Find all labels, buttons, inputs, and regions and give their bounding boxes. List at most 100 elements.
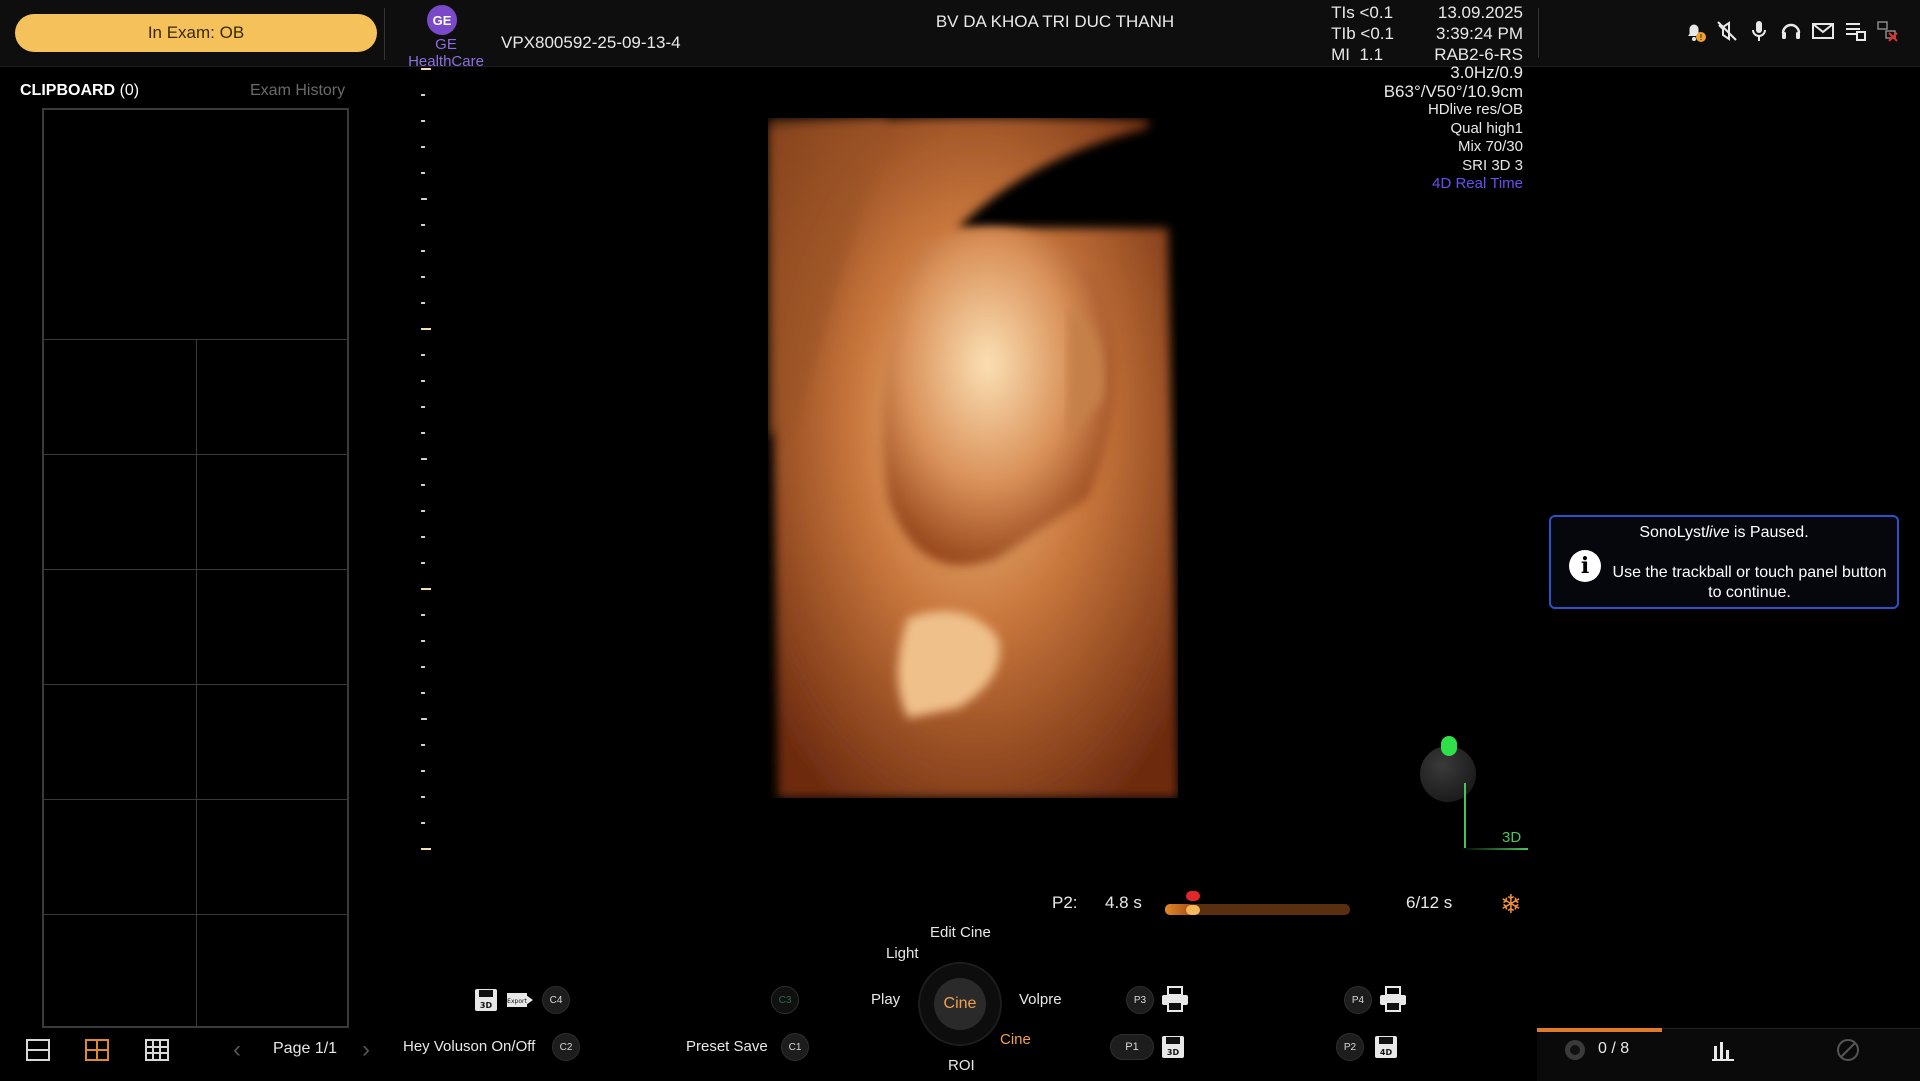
cine-start-marker[interactable] — [1186, 891, 1200, 901]
clipboard-slot[interactable] — [196, 799, 348, 915]
clipboard-slot[interactable] — [43, 109, 348, 340]
microphone-icon[interactable] — [1747, 18, 1771, 44]
page-next-icon[interactable]: › — [362, 1036, 370, 1064]
export-icon[interactable]: Export — [506, 990, 534, 1010]
bell-warning-icon[interactable]: ! — [1683, 18, 1707, 44]
layout-single-icon[interactable] — [26, 1039, 50, 1061]
roi-button[interactable]: ROI — [948, 1057, 975, 1074]
disabled-tool-icon[interactable] — [1836, 1038, 1860, 1062]
depth-tick — [421, 432, 425, 434]
svg-text:!: ! — [1699, 33, 1702, 42]
p4-key[interactable]: P4 — [1344, 986, 1372, 1014]
exam-history-tab[interactable]: Exam History — [250, 82, 345, 100]
clipboard-slot[interactable] — [43, 569, 197, 685]
clipboard-slot[interactable] — [196, 339, 348, 455]
c2-key[interactable]: C2 — [552, 1033, 580, 1061]
brand-name: GE HealthCare — [408, 36, 484, 70]
mute-icon[interactable] — [1715, 18, 1739, 44]
layout-grid-icon[interactable] — [145, 1039, 169, 1061]
save-3d-icon[interactable]: 3D — [1160, 1034, 1186, 1060]
depth-tick — [421, 770, 425, 772]
depth-tick — [421, 640, 425, 642]
status-progress — [1537, 1028, 1662, 1032]
depth-tick — [421, 744, 425, 746]
bar-chart-icon[interactable] — [1710, 1038, 1736, 1062]
depth-tick — [421, 614, 425, 616]
p1-key[interactable]: P1 — [1110, 1034, 1154, 1060]
exam-status-button[interactable]: In Exam: OB — [15, 14, 377, 52]
realtime-mode: 4D Real Time — [1432, 175, 1523, 192]
notice-title-brand: SonoLyst — [1639, 524, 1706, 541]
play-button[interactable]: Play — [871, 991, 900, 1008]
light-button[interactable]: Light — [886, 945, 919, 962]
volpre-button[interactable]: Volpre — [1019, 991, 1062, 1008]
c3-key[interactable]: C3 — [771, 986, 799, 1014]
report-icon[interactable] — [1843, 18, 1867, 44]
headset-icon[interactable] — [1779, 18, 1803, 44]
sonolyst-paused-notice: SonoLystlive is Paused. i Use the trackb… — [1549, 515, 1899, 609]
preset-save-button[interactable]: Preset Save — [686, 1038, 768, 1055]
freeze-snowflake-icon[interactable]: ❄ — [1500, 889, 1522, 920]
clipboard-slot[interactable] — [43, 339, 197, 455]
hey-voluson-button[interactable]: Hey Voluson On/Off — [403, 1038, 535, 1055]
svg-text:Export: Export — [507, 998, 527, 1005]
p3-key[interactable]: P3 — [1126, 986, 1154, 1014]
edit-cine-button[interactable]: Edit Cine — [930, 924, 991, 941]
clipboard-slot[interactable] — [196, 454, 348, 570]
printer-icon[interactable] — [1160, 985, 1190, 1013]
depth-tick — [421, 484, 425, 486]
depth-tick — [421, 146, 425, 148]
clipboard-slot[interactable] — [196, 914, 348, 1027]
clipboard-slot[interactable] — [196, 684, 348, 800]
clipboard-grid — [42, 108, 349, 1028]
mix-value: Mix 70/30 — [1457, 138, 1523, 155]
probe-name[interactable]: RAB2-6-RS — [1434, 44, 1523, 65]
clipboard-slot[interactable] — [43, 684, 197, 800]
record-icon[interactable] — [1565, 1040, 1585, 1060]
image-parameters: 3.0Hz/0.9 B63°/V50°/10.9cm HDlive res/OB… — [1384, 63, 1523, 194]
cine-mode-label[interactable]: Cine — [1000, 1031, 1031, 1048]
clipboard-slot[interactable] — [43, 799, 197, 915]
printer-icon[interactable] — [1378, 985, 1408, 1013]
mi-value: MI 1.1 — [1331, 45, 1384, 64]
notice-title: SonoLystlive is Paused. — [1551, 524, 1897, 542]
cine-duration: 4.8 s — [1105, 893, 1142, 912]
depth-tick — [421, 354, 425, 356]
divider — [1538, 8, 1539, 58]
orientation-label: 3D — [1502, 829, 1522, 846]
p2-key[interactable]: P2 — [1336, 1033, 1364, 1061]
cine-playhead[interactable] — [1186, 905, 1200, 915]
clipboard-slot[interactable] — [43, 454, 197, 570]
depth-tick — [421, 380, 425, 382]
depth-tick — [421, 250, 425, 252]
notice-title-status: is Paused. — [1729, 524, 1809, 541]
depth-tick — [421, 692, 425, 694]
mail-icon[interactable] — [1811, 18, 1835, 44]
hospital-name: BV DA KHOA TRI DUC THANH — [935, 12, 1175, 31]
page-indicator: Page 1/1 — [273, 1040, 338, 1057]
c4-key[interactable]: C4 — [542, 986, 570, 1014]
clipboard-title: CLIPBOARD (0) — [20, 82, 139, 100]
depth-tick — [421, 510, 425, 512]
patient-id[interactable]: VPX800592-25-09-13-4 — [501, 33, 681, 53]
date-time-probe: 13.09.2025 3:39:24 PM RAB2-6-RS — [1434, 2, 1523, 65]
depth-tick — [421, 562, 425, 564]
clipboard-slot[interactable] — [196, 569, 348, 685]
depth-tick — [421, 666, 425, 668]
info-icon: i — [1569, 550, 1601, 582]
depth-tick — [421, 406, 425, 408]
depth-tick — [421, 822, 425, 824]
network-off-icon[interactable] — [1875, 18, 1899, 44]
depth-tick — [421, 302, 425, 304]
save-3d-icon[interactable]: 3D — [473, 987, 499, 1013]
c1-key[interactable]: C1 — [781, 1033, 809, 1061]
ultrasound-3d-render[interactable] — [768, 118, 1178, 798]
depth-tick — [421, 718, 427, 720]
page-prev-icon[interactable]: ‹ — [233, 1036, 241, 1064]
cine-dial-center[interactable]: Cine — [934, 978, 986, 1030]
save-4d-icon[interactable]: 4D — [1373, 1034, 1399, 1060]
layout-quad-icon[interactable] — [85, 1039, 109, 1061]
depth-tick — [421, 224, 425, 226]
divider — [384, 8, 385, 60]
clipboard-slot[interactable] — [43, 914, 197, 1027]
